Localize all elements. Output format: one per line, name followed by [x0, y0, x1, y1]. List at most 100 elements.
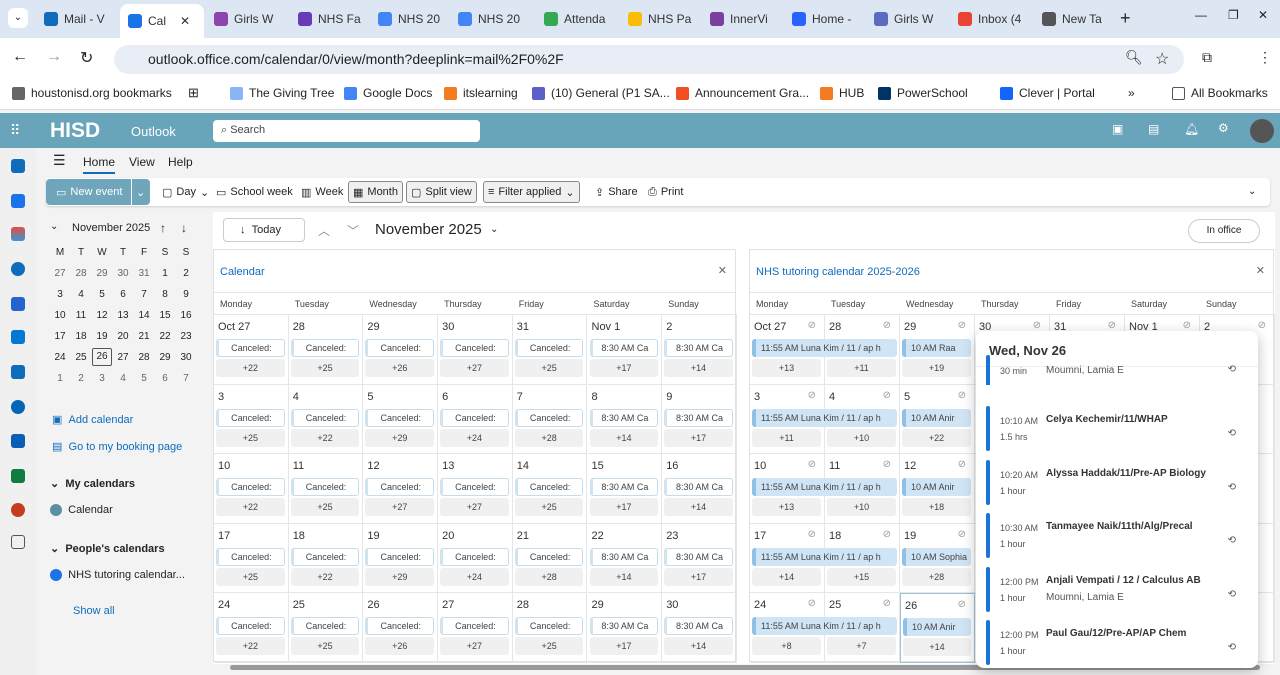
event-chip[interactable]: 8:30 AM Ca	[589, 408, 659, 427]
share-button[interactable]: ⇪ Share	[591, 181, 642, 203]
day-cell[interactable]: 19 ⊘ 10 AM Sophia +28	[900, 523, 975, 594]
more-apps-icon[interactable]	[11, 535, 25, 549]
day-cell[interactable]: 14 Canceled: +25	[512, 454, 588, 524]
spanning-event-chip[interactable]: 11:55 AM Luna Kim / 11 / ap h	[752, 617, 897, 636]
more-events-button[interactable]: +14	[752, 567, 821, 586]
day-cell[interactable]: 30 Canceled: +27	[438, 315, 513, 385]
more-events-button[interactable]: +27	[440, 498, 509, 517]
more-events-button[interactable]: +15	[827, 567, 896, 586]
more-events-button[interactable]: +27	[440, 637, 509, 656]
today-button[interactable]: ↓ Today	[223, 218, 305, 242]
peoples-calendars-group[interactable]: ⌄ People's calendars	[50, 542, 165, 555]
event-chip[interactable]: Canceled:	[290, 408, 360, 427]
more-events-button[interactable]: +14	[664, 498, 733, 517]
event-chip[interactable]: Canceled:	[514, 617, 584, 636]
more-events-button[interactable]: +19	[902, 359, 971, 377]
mini-day[interactable]: 4	[113, 373, 133, 384]
more-events-button[interactable]: +24	[440, 567, 509, 586]
ribbon-expand-icon[interactable]: ⌄	[1248, 186, 1256, 197]
booking-page-link[interactable]: ▤ Go to my booking page	[52, 440, 182, 453]
event-chip[interactable]: Canceled:	[216, 339, 285, 357]
mini-day[interactable]: 15	[155, 310, 175, 321]
event-chip[interactable]: 8:30 AM Ca	[664, 547, 733, 566]
day-cell[interactable]: 25 Canceled: +25	[288, 593, 364, 663]
browser-tab[interactable]: Attenda	[536, 6, 616, 32]
day-cell[interactable]: 29 8:30 AM Ca +17	[587, 593, 663, 663]
more-events-button[interactable]: +22	[902, 428, 971, 447]
bookmarks-overflow-icon[interactable]: »	[1128, 86, 1135, 100]
spanning-event-chip[interactable]: 11:55 AM Luna Kim / 11 / ap h	[752, 478, 897, 497]
maximize-button[interactable]: ❐	[1228, 8, 1239, 22]
more-events-button[interactable]: +28	[514, 567, 584, 586]
search-input[interactable]: ⌕ Search	[213, 120, 480, 142]
browser-tab[interactable]: Home -	[784, 6, 864, 32]
more-events-button[interactable]: +25	[514, 359, 584, 377]
event-chip[interactable]: Canceled:	[290, 617, 360, 636]
excel-icon[interactable]	[11, 469, 25, 483]
bookings-icon[interactable]	[11, 330, 25, 344]
more-events-button[interactable]: +17	[664, 428, 733, 447]
more-events-button[interactable]: +10	[827, 498, 896, 517]
more-events-button[interactable]: +14	[589, 428, 659, 447]
more-events-button[interactable]: +29	[365, 428, 435, 447]
tab-close-icon[interactable]: ✕	[180, 14, 190, 28]
event-chip[interactable]: 8:30 AM Ca	[589, 339, 659, 357]
bell-icon[interactable]: 🔔︎	[1184, 122, 1199, 136]
day-cell[interactable]: 28 Canceled: +25	[288, 315, 364, 385]
event-chip[interactable]: 8:30 AM Ca	[664, 617, 733, 636]
bookmark[interactable]: Announcement Gra...	[676, 86, 809, 100]
mini-prev-icon[interactable]: ↑	[160, 221, 166, 235]
more-events-button[interactable]: +26	[365, 637, 435, 656]
month-title-chevron[interactable]: ⌄	[490, 224, 498, 235]
more-events-button[interactable]: +14	[589, 567, 659, 586]
menu-icon[interactable]: ⋮	[1258, 49, 1272, 66]
mini-day[interactable]: 16	[176, 310, 196, 321]
mini-day[interactable]: 27	[113, 352, 133, 363]
more-events-button[interactable]: +25	[290, 637, 360, 656]
mini-day[interactable]: 5	[92, 289, 112, 300]
more-events-button[interactable]: +27	[440, 359, 509, 377]
week-button[interactable]: ▥ Week	[297, 181, 347, 203]
bookmark[interactable]: The Giving Tree	[230, 86, 334, 100]
browser-tab[interactable]: New Ta	[1034, 6, 1114, 32]
extensions-icon[interactable]: ⧉	[1202, 49, 1212, 66]
day-cell[interactable]: 28 Canceled: +25	[512, 593, 588, 663]
day-cell[interactable]: 27 Canceled: +27	[438, 593, 513, 663]
day-cell[interactable]: 17 Canceled: +25	[214, 523, 289, 594]
apps-icon[interactable]: ⊞	[188, 85, 199, 101]
popup-event[interactable]: 10:30 AM 1 hour Tanmayee Naik/11th/Alg/Pre…	[986, 513, 1246, 558]
event-chip[interactable]: Canceled:	[440, 617, 509, 636]
more-events-button[interactable]: +24	[440, 428, 509, 447]
show-all-link[interactable]: Show all	[73, 605, 115, 617]
more-events-button[interactable]: +7	[827, 637, 896, 656]
more-events-button[interactable]: +25	[514, 637, 584, 656]
outlook-icon[interactable]	[11, 434, 25, 448]
more-events-button[interactable]: +25	[514, 498, 584, 517]
event-chip[interactable]: 8:30 AM Ca	[664, 478, 733, 497]
event-chip[interactable]: Canceled:	[290, 478, 360, 497]
mini-day[interactable]: 12	[92, 310, 112, 321]
people-icon[interactable]	[11, 262, 25, 276]
mini-day[interactable]: 30	[113, 268, 133, 279]
day-cell[interactable]: Nov 1 8:30 AM Ca +17	[587, 315, 663, 385]
day-cell[interactable]: 18 Canceled: +22	[288, 523, 364, 594]
day-cell[interactable]: 5 ⊘ 10 AM Anir +22	[900, 384, 975, 455]
calendar-icon[interactable]	[11, 194, 25, 208]
more-events-button[interactable]: +10	[827, 428, 896, 447]
bookmark[interactable]: Clever | Portal	[1000, 86, 1095, 100]
day-cell[interactable]: 21 Canceled: +28	[512, 523, 588, 594]
app-name[interactable]: Outlook	[131, 124, 176, 139]
mini-day[interactable]: 8	[155, 289, 175, 300]
day-cell[interactable]: 29 ⊘ 10 AM Raa +19	[900, 315, 975, 385]
day-cell[interactable]: 26 Canceled: +26	[363, 593, 439, 663]
more-events-button[interactable]: +17	[664, 567, 733, 586]
more-events-button[interactable]: +25	[216, 428, 285, 447]
mini-day[interactable]: 17	[50, 331, 70, 342]
onedrive-icon[interactable]	[11, 400, 25, 414]
event-chip[interactable]: Canceled:	[440, 339, 509, 357]
gear-icon[interactable]: ⚙	[1218, 121, 1229, 135]
event-chip[interactable]: Canceled:	[365, 408, 435, 427]
filter-button[interactable]: ≡ Filter applied ⌄	[483, 181, 580, 203]
spanning-event-chip[interactable]: 11:55 AM Luna Kim / 11 / ap h	[752, 339, 897, 357]
mini-collapse-icon[interactable]: ⌄	[50, 221, 58, 232]
